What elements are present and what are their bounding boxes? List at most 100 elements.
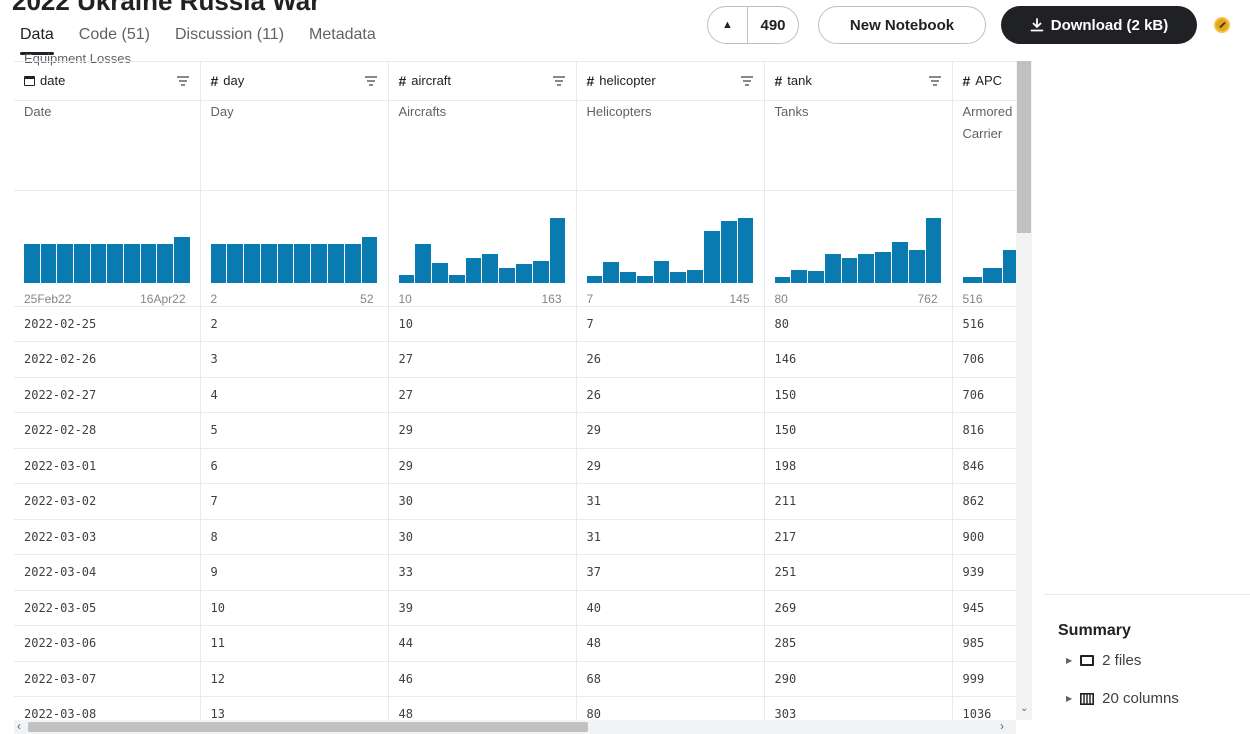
summary-columns[interactable]: ▶ 20 columns <box>1066 690 1179 707</box>
histogram-bar <box>704 231 720 283</box>
table-row[interactable]: 2022-02-26 3 27 26 146 706 <box>14 341 1016 378</box>
scrollbar-thumb[interactable] <box>28 722 588 732</box>
upvote-button[interactable]: ▲ <box>708 7 748 43</box>
horizontal-scrollbar[interactable]: ‹ › <box>14 719 1016 734</box>
hash-icon: # <box>398 72 407 89</box>
new-notebook-button[interactable]: New Notebook <box>818 6 986 44</box>
range-max: 145 <box>729 291 750 306</box>
table-cell: 2022-03-02 <box>14 483 201 520</box>
column-name: tank <box>787 73 812 89</box>
table-cell: 10 <box>388 306 577 342</box>
sort-icon[interactable] <box>928 75 942 87</box>
histogram-bar <box>432 263 448 283</box>
histogram-bar <box>824 253 841 283</box>
histogram-cell: 516 <box>952 190 1016 307</box>
histogram-bar <box>344 243 361 283</box>
table-row[interactable]: 2022-03-03 8 30 31 217 900 <box>14 519 1016 555</box>
summary-title: Summary <box>1058 622 1131 639</box>
tab-metadata[interactable]: Metadata <box>309 24 376 50</box>
column-header-apc[interactable]: # APC <box>952 62 1016 101</box>
chevron-down-icon[interactable]: ⌄ <box>1020 703 1028 714</box>
scrollbar-thumb[interactable] <box>1017 61 1031 233</box>
histogram-cell: 80 762 <box>764 190 953 307</box>
table-row[interactable]: 2022-02-27 4 27 26 150 706 <box>14 377 1016 413</box>
table-cell: 2 <box>200 306 389 342</box>
histogram-bar <box>892 241 908 283</box>
sort-icon[interactable] <box>364 75 378 87</box>
table-cell: 29 <box>388 412 577 449</box>
table-row[interactable]: 2022-03-05 10 39 40 269 945 <box>14 590 1016 626</box>
table-cell: 39 <box>388 590 577 626</box>
tab-discussion[interactable]: Discussion (11) <box>175 24 284 50</box>
column-header-day[interactable]: # day <box>200 62 389 101</box>
histogram[interactable] <box>24 218 190 283</box>
histogram[interactable] <box>586 217 754 283</box>
table-cell: 198 <box>764 448 953 484</box>
columns-label: 20 columns <box>1102 690 1179 707</box>
table-row[interactable]: 2022-03-07 12 46 68 290 999 <box>14 661 1016 697</box>
histogram-row: 25Feb22 16Apr22 2 52 10 163 7 145 80 762… <box>14 190 1016 307</box>
table-row[interactable]: 2022-02-25 2 10 7 80 516 <box>14 306 1016 342</box>
description-row: Date Day Aircrafts Helicopters Tanks Arm… <box>14 100 1016 191</box>
table-cell: 12 <box>200 661 389 697</box>
histogram-bar <box>328 243 344 283</box>
table-cell: 2022-02-26 <box>14 341 201 378</box>
download-button[interactable]: Download (2 kB) <box>1001 6 1197 44</box>
table-cell: 2022-02-27 <box>14 377 201 413</box>
sort-icon[interactable] <box>176 75 190 87</box>
table-cell: 6 <box>200 448 389 484</box>
chevron-right-icon[interactable]: › <box>1000 719 1004 733</box>
histogram-bar <box>532 261 549 283</box>
table-cell: 1036 <box>952 696 1016 720</box>
column-header-date[interactable]: date <box>14 62 201 101</box>
table-cell: 26 <box>576 341 765 378</box>
table-cell: 68 <box>576 661 765 697</box>
histogram[interactable] <box>398 217 566 283</box>
hash-icon: # <box>962 72 971 89</box>
column-header-helicopter[interactable]: # helicopter <box>576 62 765 101</box>
histogram-bar <box>24 243 40 283</box>
table-cell: 80 <box>576 696 765 720</box>
table-cell: 48 <box>388 696 577 720</box>
histogram-bar <box>636 276 653 283</box>
range-min: 2 <box>210 291 218 306</box>
histogram-bar <box>311 243 328 283</box>
hash-icon: # <box>774 72 783 89</box>
histogram-bar <box>140 243 157 283</box>
column-header-tank[interactable]: # tank <box>764 62 953 101</box>
table-cell: 9 <box>200 554 389 591</box>
table-cell: 3 <box>200 341 389 378</box>
summary-files[interactable]: ▶ 2 files <box>1066 652 1141 669</box>
histogram-bar <box>603 262 620 283</box>
column-header-aircraft[interactable]: # aircraft <box>388 62 577 101</box>
range-min: 25Feb22 <box>24 291 72 306</box>
histogram[interactable] <box>774 217 942 283</box>
sort-icon[interactable] <box>552 75 566 87</box>
vertical-scrollbar[interactable]: ⌄ <box>1016 61 1032 720</box>
histogram-cell: 2 52 <box>200 190 389 307</box>
table-row[interactable]: 2022-03-06 11 44 48 285 985 <box>14 625 1016 662</box>
table-row[interactable]: 2022-03-08 13 48 80 303 1036 <box>14 696 1016 720</box>
table-cell: 900 <box>952 519 1016 555</box>
histogram-bar <box>516 264 532 283</box>
table-row[interactable]: 2022-03-04 9 33 37 251 939 <box>14 554 1016 591</box>
table-cell: 150 <box>764 377 953 413</box>
table-row[interactable]: 2022-03-01 6 29 29 198 846 <box>14 448 1016 484</box>
tab-code[interactable]: Code (51) <box>79 24 150 50</box>
histogram[interactable] <box>210 218 378 283</box>
chevron-left-icon[interactable]: ‹ <box>17 719 21 733</box>
table-cell: 285 <box>764 625 953 662</box>
divider <box>1044 594 1250 595</box>
medal-icon[interactable] <box>1214 17 1230 33</box>
table-row[interactable]: 2022-02-28 5 29 29 150 816 <box>14 412 1016 449</box>
table-row[interactable]: 2022-03-02 7 30 31 211 862 <box>14 483 1016 520</box>
histogram[interactable] <box>962 218 1016 283</box>
histogram-cell: 25Feb22 16Apr22 <box>14 190 201 307</box>
sort-icon[interactable] <box>740 75 754 87</box>
histogram-bar <box>791 269 808 283</box>
histogram-bar <box>57 243 73 283</box>
tab-data[interactable]: Data <box>20 24 54 55</box>
histogram-cell: 10 163 <box>388 190 577 307</box>
hash-icon: # <box>586 72 595 89</box>
histogram-bar <box>1003 250 1016 283</box>
